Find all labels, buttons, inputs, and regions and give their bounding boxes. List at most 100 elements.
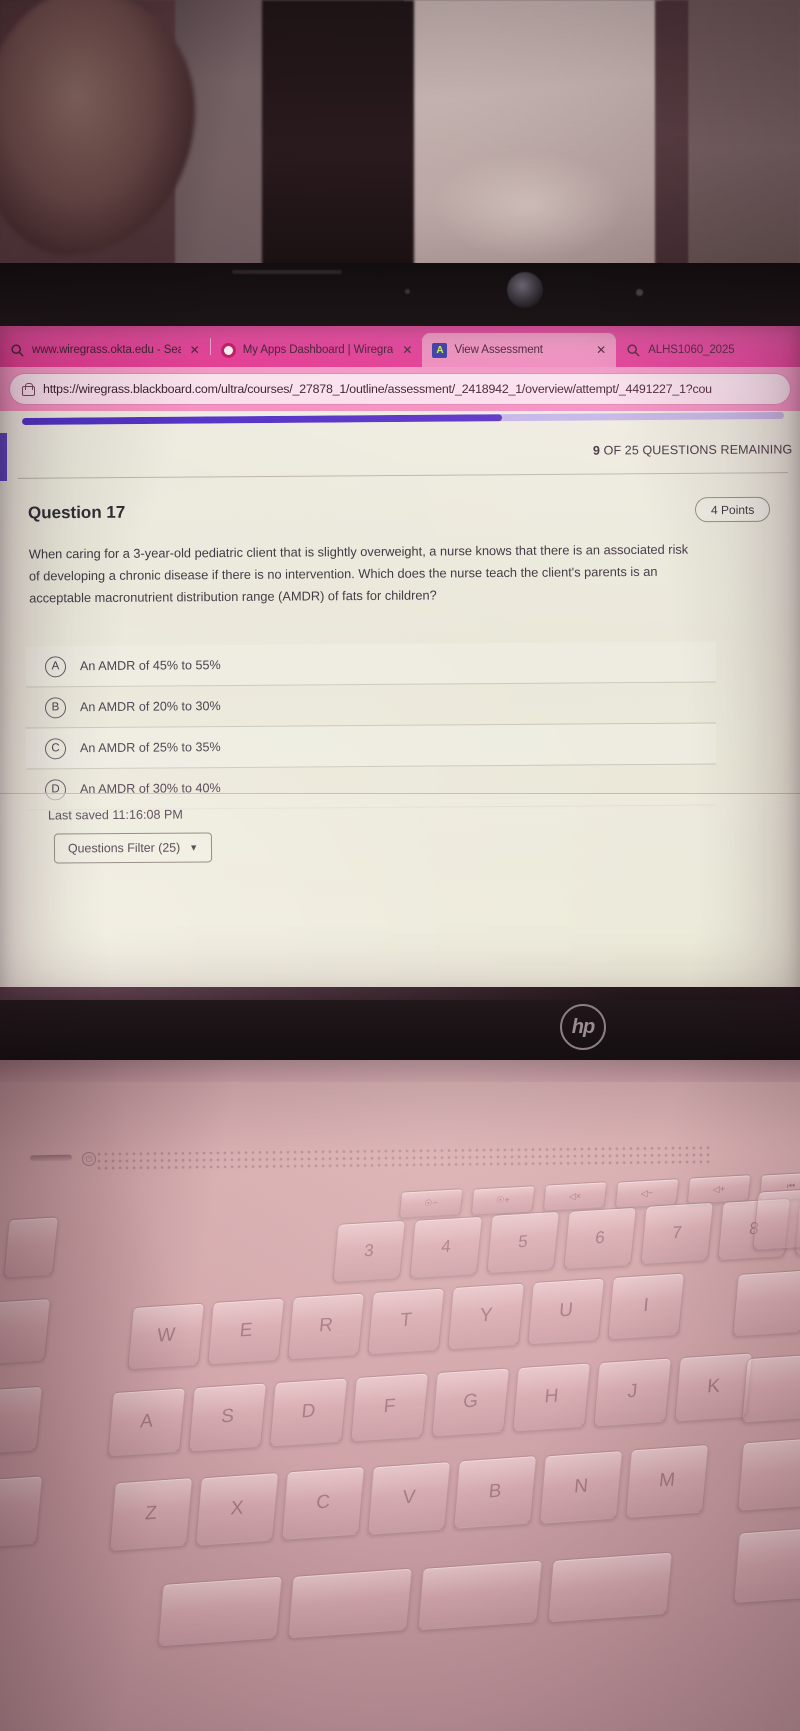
page-title: Question 17 [27, 502, 126, 523]
keyboard-key[interactable] [732, 1269, 800, 1337]
chevron-down-icon: ▼ [189, 842, 199, 853]
browser-tab-label: ALHS1060_2025 [648, 344, 735, 356]
keyboard-key[interactable] [752, 1187, 800, 1251]
keyboard-key[interactable]: D [269, 1377, 348, 1447]
browser-tab-alhs1060[interactable]: ALHS1060_2025 [616, 333, 800, 367]
keyboard-key[interactable] [0, 1385, 43, 1455]
keyboard-key[interactable]: A [107, 1387, 186, 1457]
answer-option-b[interactable]: B An AMDR of 20% to 30% [25, 682, 717, 729]
question-header: Question 17 4 Points [0, 489, 800, 537]
browser-tab-search[interactable]: www.wiregrass.okta.edu - Search ✕ [0, 333, 210, 367]
keyboard-key[interactable]: U [527, 1277, 605, 1345]
browser-tab-label: View Assessment [454, 344, 543, 356]
divider [18, 472, 788, 479]
photo-of-laptop: www.wiregrass.okta.edu - Search ✕ My App… [0, 0, 800, 1731]
right-wall [689, 0, 800, 268]
browser-tab-view-assessment[interactable]: A View Assessment ✕ [422, 333, 617, 367]
keyboard-key[interactable] [547, 1551, 673, 1623]
keyboard-key[interactable] [733, 1526, 800, 1604]
left-accent-rail [0, 433, 7, 481]
keyboard-key[interactable]: B [453, 1454, 537, 1530]
keyboard-key[interactable]: I [607, 1272, 685, 1340]
last-saved-status: Last saved 11:16:08 PM [47, 807, 183, 823]
option-text: An AMDR of 45% to 55% [79, 658, 221, 674]
keyboard-key[interactable] [737, 1437, 800, 1511]
keyboard-key[interactable]: G [431, 1367, 510, 1437]
questions-remaining-status: 9 OF 25 QUESTIONS REMAINING [593, 442, 792, 457]
keyboard-key[interactable]: V [367, 1460, 451, 1535]
keyboard-key[interactable] [0, 1297, 51, 1365]
browser-tab-strip: www.wiregrass.okta.edu - Search ✕ My App… [0, 326, 800, 367]
keyboard-key[interactable]: X [195, 1471, 279, 1546]
close-icon[interactable]: ✕ [594, 343, 608, 357]
keyboard-key[interactable]: R [287, 1292, 365, 1360]
keyboard-key[interactable]: Y [447, 1282, 525, 1350]
webcam-indicator-light [636, 289, 643, 296]
keyboard-key[interactable]: ◁× [542, 1181, 608, 1211]
keyboard-key[interactable]: K [674, 1352, 753, 1422]
keyboard-key[interactable]: ◁− [614, 1177, 680, 1208]
browser-tab-label: My Apps Dashboard | Wiregrass C [242, 344, 394, 356]
answer-option-a[interactable]: A An AMDR of 45% to 55% [25, 641, 717, 688]
answer-options-list: A An AMDR of 45% to 55% B An AMDR of 20%… [25, 641, 717, 811]
keyboard-key[interactable]: 6 [563, 1206, 637, 1269]
keyboard-key[interactable]: Z [109, 1476, 193, 1552]
vent-slot [29, 1154, 73, 1162]
status-badge: 4 Points [694, 496, 771, 523]
address-bar[interactable]: https://wiregrass.blackboard.com/ultra/c… [10, 374, 790, 404]
keyboard-key[interactable]: T [367, 1287, 445, 1355]
keyboard-key[interactable] [417, 1559, 543, 1631]
lock-icon [22, 382, 35, 396]
power-button[interactable]: ⏻ [82, 1152, 96, 1166]
keyboard-key[interactable]: C [281, 1465, 365, 1541]
option-letter: B [44, 696, 67, 718]
option-letter: C [44, 737, 67, 759]
webcam-icon [507, 272, 543, 308]
questions-remaining-count: 9 [592, 443, 600, 458]
questions-remaining-text: OF 25 QUESTIONS REMAINING [599, 442, 793, 458]
keyboard-key[interactable]: J [593, 1357, 672, 1427]
keyboard-key[interactable]: 5 [486, 1210, 560, 1274]
option-text: An AMDR of 25% to 35% [79, 740, 221, 756]
bezel-reflection [232, 270, 342, 274]
blackboard-icon: A [432, 342, 448, 358]
okta-icon [220, 342, 236, 358]
keyboard-key[interactable]: E [207, 1297, 285, 1365]
close-icon[interactable]: ✕ [188, 343, 202, 357]
option-letter: A [44, 655, 67, 677]
keyboard-key[interactable] [3, 1216, 59, 1278]
keyboard-key[interactable]: N [539, 1449, 623, 1524]
questions-filter-dropdown[interactable]: Questions Filter (25) ▼ [53, 832, 213, 864]
answer-option-c[interactable]: C An AMDR of 25% to 35% [25, 723, 717, 770]
browser-tab-okta[interactable]: My Apps Dashboard | Wiregrass C ✕ [211, 333, 423, 367]
laptop-screen: www.wiregrass.okta.edu - Search ✕ My App… [0, 326, 800, 1000]
search-icon [11, 343, 24, 357]
blackboard-assessment-page: 9 OF 25 QUESTIONS REMAINING Question 17 … [0, 411, 800, 1000]
keyboard-key[interactable] [287, 1567, 413, 1639]
keyboard-key[interactable]: 4 [409, 1215, 483, 1278]
keyboard-key[interactable]: ☉+ [470, 1184, 536, 1215]
keyboard-key[interactable]: S [188, 1382, 267, 1452]
laptop-screen-bottom-bezel [0, 987, 800, 1065]
browser-address-row: https://wiregrass.blackboard.com/ultra/c… [0, 367, 800, 411]
keyboard-key[interactable]: F [350, 1372, 429, 1442]
keyboard-key[interactable]: ☉− [398, 1188, 464, 1218]
bezel-microphone [405, 289, 410, 294]
wall-highlight [430, 150, 630, 260]
keyboard-key[interactable]: H [512, 1362, 591, 1432]
keyboard-key[interactable]: 3 [332, 1219, 406, 1283]
close-icon[interactable]: ✕ [400, 343, 414, 357]
keyboard-key[interactable]: W [127, 1302, 205, 1370]
keyboard-key[interactable] [157, 1575, 283, 1647]
questions-filter-label: Questions Filter (25) [67, 840, 181, 856]
keyboard-key[interactable] [741, 1353, 800, 1423]
search-icon [627, 343, 640, 357]
keyboard-key[interactable]: M [625, 1443, 709, 1519]
door-frame [655, 0, 689, 268]
laptop-screen-top-bezel [0, 263, 800, 328]
hp-logo: hp [560, 1004, 606, 1050]
keyboard-key[interactable] [0, 1475, 43, 1549]
browser-tab-label: www.wiregrass.okta.edu - Search [32, 344, 181, 356]
keyboard-key[interactable]: ◁+ [686, 1174, 752, 1204]
keyboard-key[interactable]: 7 [640, 1201, 714, 1265]
